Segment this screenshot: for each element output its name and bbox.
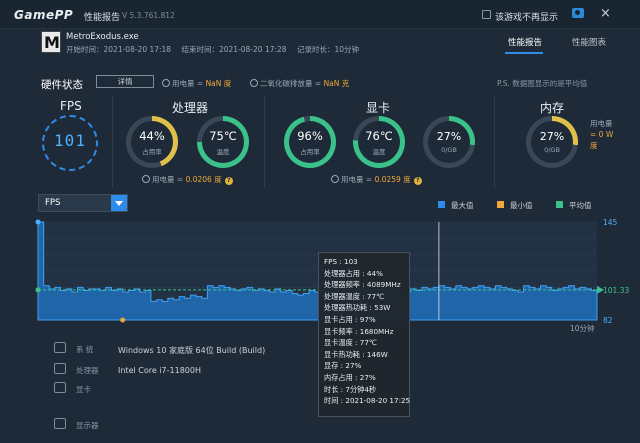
- os-label: 系 统: [76, 345, 94, 354]
- y-tick-label: 145: [603, 218, 618, 227]
- tooltip-line: 处理器频率 : 4089MHz: [324, 280, 401, 290]
- gpu-icon: [54, 382, 66, 393]
- tooltip-line: 内存占用 : 27%: [324, 372, 376, 382]
- tooltip-line: 显卡频率 : 1680MHz: [324, 326, 394, 336]
- tooltip-line: 时间 : 2021-08-20 17:25: [324, 396, 411, 406]
- x-axis-label: 10分钟: [570, 323, 595, 333]
- avg-marker: [35, 287, 41, 293]
- app-window: GamePP 性能报告 V 5.3.761.812 该游戏不再显示 × M Me…: [0, 0, 640, 443]
- windows-icon: [54, 342, 66, 353]
- display-label: 显示器: [76, 421, 99, 430]
- tooltip-line: 显卡温度 : 77℃: [324, 338, 377, 348]
- tooltip-line: 处理器热功耗 : 53W: [324, 303, 391, 313]
- cpu-label: 处理器: [76, 366, 99, 375]
- cpu-icon: [54, 363, 66, 374]
- max-marker: [35, 219, 41, 225]
- chart-tooltip: FPS : 103 处理器占用 : 44% 处理器频率 : 4089MHz 处理器温度…: [318, 252, 410, 417]
- tooltip-line: 显存 : 27%: [324, 361, 362, 371]
- tooltip-line: 时长 : 7分钟4秒: [324, 384, 377, 394]
- monitor-icon: [54, 418, 66, 429]
- tooltip-line: FPS : 103: [324, 257, 358, 266]
- tooltip-line: 处理器温度 : 77℃: [324, 291, 385, 301]
- cpu-value: Intel Core i7-11800H: [118, 366, 201, 375]
- os-value: Windows 10 家庭版 64位 Build (Build): [118, 346, 266, 355]
- tooltip-line: 处理器占用 : 44%: [324, 268, 383, 278]
- y-tick-label: 82: [603, 316, 613, 325]
- min-marker: [120, 317, 126, 323]
- gpu-label: 显卡: [76, 385, 91, 394]
- tooltip-line: 显卡占用 : 97%: [324, 314, 376, 324]
- y-tick-label: 101.33: [603, 286, 629, 295]
- tooltip-line: 显卡热功耗 : 146W: [324, 349, 388, 359]
